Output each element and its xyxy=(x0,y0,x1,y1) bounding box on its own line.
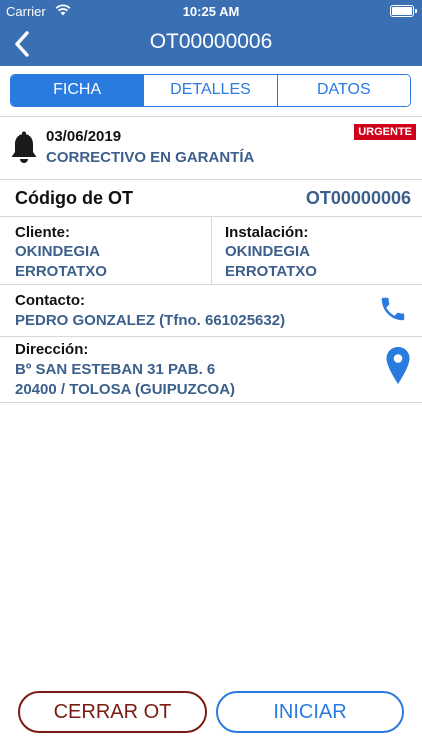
address-line1: Bº SAN ESTEBAN 31 PAB. 6 xyxy=(15,361,216,378)
address-label: Dirección: xyxy=(15,341,89,358)
client-label: Cliente: xyxy=(15,224,71,241)
client-name-line1: OKINDEGIA xyxy=(15,243,101,260)
client-name-line2: ERROTATXO xyxy=(15,263,107,280)
segmented-tabs: FICHA DETALLES DATOS xyxy=(10,74,411,107)
divider xyxy=(0,402,422,403)
installation-label: Instalación: xyxy=(225,224,309,241)
tab-ficha[interactable]: FICHA xyxy=(11,75,145,106)
status-bar: Carrier 10:25 AM xyxy=(0,0,422,22)
divider xyxy=(0,336,422,337)
start-button[interactable]: INICIAR xyxy=(216,691,404,733)
phone-icon[interactable] xyxy=(378,294,408,324)
address-line2: 20400 / TOLOSA (GUIPUZCOA) xyxy=(15,381,236,398)
installation-name-line1: OKINDEGIA xyxy=(225,243,311,260)
tab-detalles[interactable]: DETALLES xyxy=(144,75,278,106)
order-code-value: OT00000006 xyxy=(305,188,411,208)
close-order-button[interactable]: CERRAR OT xyxy=(18,691,207,733)
tab-datos[interactable]: DATOS xyxy=(277,75,410,106)
contact-value: PEDRO GONZALEZ (Tfno. 661025632) xyxy=(15,312,286,329)
divider xyxy=(0,284,422,285)
urgent-badge: URGENTE xyxy=(354,124,416,140)
divider xyxy=(0,179,422,180)
page-title: OT00000006 xyxy=(149,30,273,53)
bell-icon xyxy=(11,131,37,163)
contact-label: Contacto: xyxy=(15,292,85,309)
order-type: CORRECTIVO EN GARANTÍA xyxy=(46,149,255,166)
column-divider xyxy=(211,217,212,284)
navigation-bar: OT00000006 xyxy=(0,22,422,66)
clock: 10:25 AM xyxy=(182,4,240,19)
order-code-label: Código de OT xyxy=(15,188,133,208)
location-pin-icon[interactable] xyxy=(385,346,411,386)
battery-icon xyxy=(390,5,417,17)
order-header: 03/06/2019 CORRECTIVO EN GARANTÍA URGENT… xyxy=(0,117,422,179)
installation-name-line2: ERROTATXO xyxy=(225,263,317,280)
order-date: 03/06/2019 xyxy=(46,128,122,145)
